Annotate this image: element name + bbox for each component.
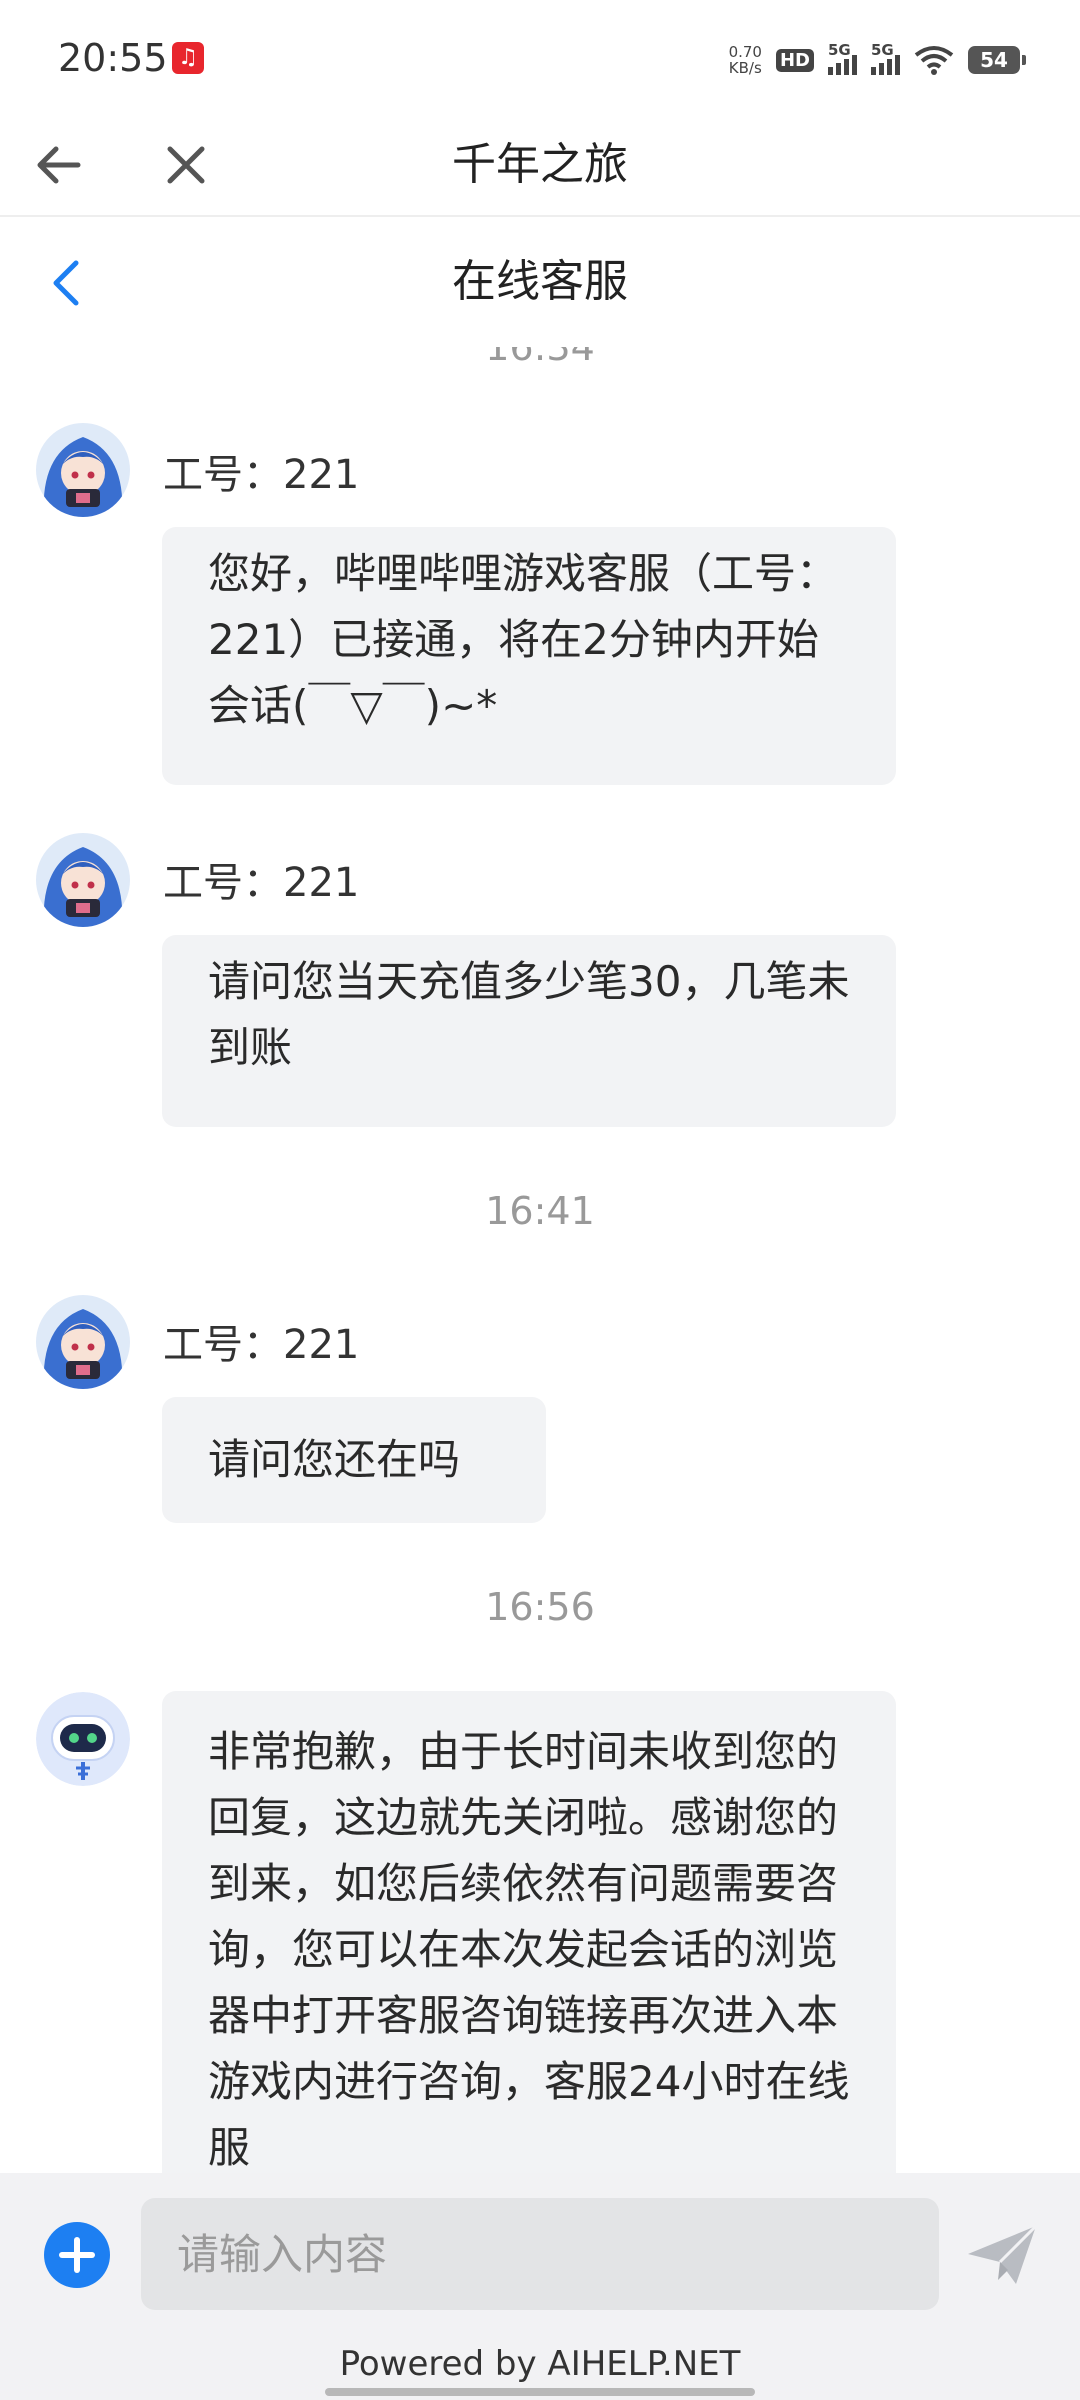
wifi-icon	[914, 46, 954, 75]
status-time: 20:55	[58, 36, 168, 80]
battery-icon: 54	[968, 46, 1026, 74]
signal-1-icon: 5G	[828, 41, 857, 75]
network-speed: 0.70 KB/s	[729, 44, 762, 76]
send-icon[interactable]	[964, 2222, 1040, 2288]
signal-2-icon: 5G	[871, 41, 900, 75]
home-indicator[interactable]	[325, 2388, 755, 2396]
timestamp: 16:56	[485, 1585, 595, 1629]
status-bar: 20:55 ♫ 0.70 KB/s HD 5G 5G 54	[0, 0, 1080, 115]
timestamp: 16:41	[485, 1189, 595, 1233]
bot-message-bubble: 非常抱歉，由于长时间未收到您的回复，这边就先关闭啦。感谢您的到来，如您后续依然有…	[162, 1691, 896, 2173]
agent-avatar[interactable]	[36, 423, 130, 517]
agent-avatar[interactable]	[36, 1295, 130, 1389]
chat-message-list[interactable]: 16:34 工号：221 您好，哔哩哔哩游戏客服（工号：221）已接通，将在2分…	[0, 347, 1080, 2173]
agent-name: 工号：221	[163, 452, 360, 498]
chat-header: 在线客服	[0, 217, 1080, 347]
network-speed-value: 0.70	[728, 43, 762, 61]
agent-message-bubble: 请问您还在吗	[162, 1397, 546, 1523]
netease-music-icon: ♫	[172, 42, 204, 74]
agent-name: 工号：221	[163, 860, 360, 906]
status-indicators: 0.70 KB/s HD 5G 5G 54	[729, 40, 1026, 80]
close-icon[interactable]	[158, 137, 214, 193]
agent-message-bubble: 请问您当天充值多少笔30，几笔未到账	[162, 935, 896, 1127]
top-nav-bar: 千年之旅	[0, 115, 1080, 217]
bot-avatar[interactable]	[36, 1692, 130, 1786]
chat-title: 在线客服	[452, 256, 628, 307]
network-speed-unit: KB/s	[728, 59, 762, 77]
agent-message-bubble: 您好，哔哩哔哩游戏客服（工号：221）已接通，将在2分钟内开始会话(￣▽￣)~*	[162, 527, 896, 785]
plus-circle-icon[interactable]	[44, 2222, 110, 2288]
powered-by-text: Powered by AIHELP.NET	[339, 2344, 741, 2384]
hd-badge: HD	[775, 48, 814, 72]
arrow-left-icon[interactable]	[30, 137, 86, 193]
timestamp-partial: 16:34	[485, 347, 595, 369]
chevron-left-icon[interactable]	[42, 255, 92, 311]
agent-avatar[interactable]	[36, 833, 130, 927]
signal-2-label: 5G	[871, 41, 894, 59]
message-input[interactable]	[141, 2198, 939, 2310]
signal-1-label: 5G	[828, 41, 851, 59]
agent-name: 工号：221	[163, 1322, 360, 1368]
